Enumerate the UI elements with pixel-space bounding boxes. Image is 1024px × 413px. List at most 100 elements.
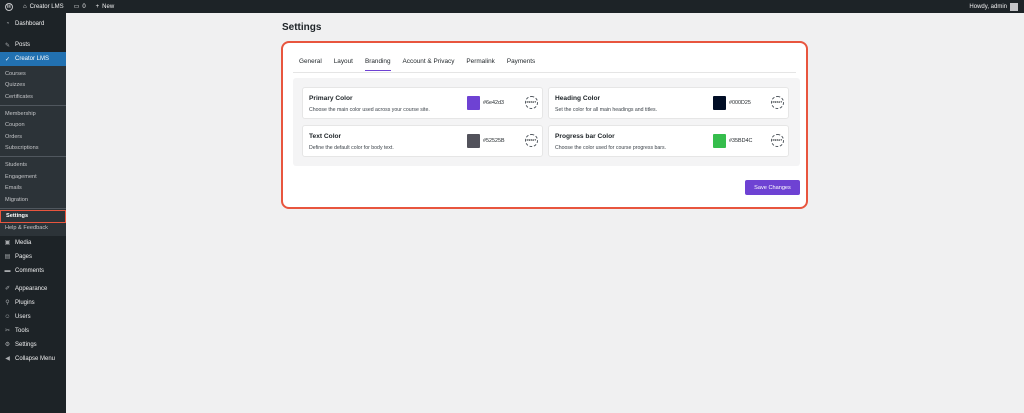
wordpress-icon: W <box>5 2 13 11</box>
plugins-icon: ⚲ <box>5 300 10 307</box>
menu-plugins[interactable]: ⚲ Plugins <box>0 296 66 310</box>
submenu-quizzes[interactable]: Quizzes <box>0 80 66 92</box>
menu-label: Plugins <box>15 299 35 306</box>
new-label: New <box>102 3 115 10</box>
media-icon: ▣ <box>4 240 11 247</box>
menu-comments[interactable]: ▬ Comments <box>0 264 66 278</box>
reset-icon[interactable]: RESET <box>771 96 784 109</box>
comments-count: 0 <box>82 3 86 10</box>
menu-settings[interactable]: ⚙ Settings <box>0 338 66 352</box>
menu-label: Dashboard <box>15 21 45 27</box>
menu-users[interactable]: ☺ Users <box>0 310 66 324</box>
menu-label: Tools <box>15 327 30 334</box>
color-hex-value[interactable]: #6e42d3 <box>483 100 504 106</box>
menu-posts[interactable]: ✎ Posts <box>0 38 66 52</box>
menu-media[interactable]: ▣ Media <box>0 236 66 250</box>
menu-label: Collapse Menu <box>15 355 56 362</box>
plus-icon: + <box>95 3 100 10</box>
settings-card: General Layout Branding Account & Privac… <box>281 41 808 209</box>
menu-appearance[interactable]: ✐ Appearance <box>0 282 66 296</box>
color-swatch[interactable] <box>713 134 726 148</box>
admin-sidebar: ◔ Dashboard ✎ Posts ✓ Creator LMS Course… <box>0 13 66 413</box>
save-changes-button[interactable]: Save Changes <box>745 180 800 195</box>
setting-title: Text Color <box>309 133 342 140</box>
tabs-divider <box>293 72 796 73</box>
menu-label: Users <box>15 313 31 320</box>
heading-color-setting: Heading Color Set the color for all main… <box>548 87 789 119</box>
comments-icon: ▬ <box>4 267 11 274</box>
color-hex-value[interactable]: #35BD4C <box>729 138 752 144</box>
submenu-divider <box>0 156 66 158</box>
submenu-courses[interactable]: Courses <box>0 68 66 80</box>
reset-icon[interactable]: RESET <box>525 96 538 109</box>
reset-icon[interactable]: RESET <box>771 134 784 147</box>
color-swatch[interactable] <box>467 134 480 148</box>
comment-bubble-icon: ▭ <box>73 4 80 10</box>
avatar <box>1010 2 1018 11</box>
color-swatch[interactable] <box>467 96 480 110</box>
reset-icon[interactable]: RESET <box>525 134 538 147</box>
appearance-icon: ✐ <box>4 286 11 293</box>
tab-permalink[interactable]: Permalink <box>466 58 494 71</box>
tools-icon: ✂ <box>4 328 11 335</box>
setting-description: Set the color for all main headings and … <box>555 107 658 113</box>
tab-branding[interactable]: Branding <box>364 58 391 71</box>
progress-bar-color-setting: Progress bar Color Choose the color used… <box>548 125 789 157</box>
tab-layout[interactable]: Layout <box>334 58 353 71</box>
tab-general[interactable]: General <box>299 58 322 71</box>
menu-label: Appearance <box>15 285 48 292</box>
color-swatch[interactable] <box>713 96 726 110</box>
account-menu[interactable]: Howdy, admin <box>969 2 1024 11</box>
setting-description: Choose the color used for course progres… <box>555 145 667 151</box>
setting-title: Primary Color <box>309 95 353 102</box>
home-icon: ⌂ <box>23 3 27 10</box>
submenu-certificates[interactable]: Certificates <box>0 91 66 103</box>
menu-collapse[interactable]: ◀ Collapse Menu <box>0 352 66 366</box>
pages-icon: ▤ <box>4 254 11 261</box>
creator-lms-submenu: Courses Quizzes Certificates Membership … <box>0 66 66 236</box>
setting-title: Heading Color <box>555 95 601 102</box>
site-name-menu[interactable]: ⌂ Creator LMS <box>18 0 69 13</box>
page-title: Settings <box>282 22 322 33</box>
tab-payments[interactable]: Payments <box>507 58 535 71</box>
menu-label: Posts <box>15 42 31 48</box>
submenu-orders[interactable]: Orders <box>0 131 66 143</box>
submenu-divider <box>0 207 66 209</box>
submenu-subscriptions[interactable]: Subscriptions <box>0 143 66 155</box>
setting-description: Choose the main color used across your c… <box>309 107 430 113</box>
howdy-text: Howdy, admin <box>969 3 1007 10</box>
color-hex-value[interactable]: #52525B <box>483 138 505 144</box>
collapse-icon: ◀ <box>5 356 10 363</box>
new-content-menu[interactable]: + New <box>91 0 120 13</box>
menu-tools[interactable]: ✂ Tools <box>0 324 66 338</box>
site-name: Creator LMS <box>29 3 64 10</box>
submenu-membership[interactable]: Membership <box>0 108 66 120</box>
setting-description: Define the default color for body text. <box>309 145 394 151</box>
submenu-divider <box>0 104 66 106</box>
admin-bar: W ⌂ Creator LMS ▭ 0 + New Howdy, admin <box>0 0 1024 13</box>
submenu-emails[interactable]: Emails <box>0 182 66 194</box>
submenu-coupon[interactable]: Coupon <box>0 119 66 131</box>
submenu-settings[interactable]: Settings <box>0 209 66 224</box>
menu-pages[interactable]: ▤ Pages <box>0 250 66 264</box>
dashboard-icon: ◔ <box>5 21 10 27</box>
creator-lms-icon: ✓ <box>4 56 11 63</box>
comments-menu[interactable]: ▭ 0 <box>69 0 91 13</box>
submenu-students[interactable]: Students <box>0 159 66 171</box>
pin-icon: ✎ <box>4 42 11 49</box>
users-icon: ☺ <box>4 313 11 320</box>
tab-account-privacy[interactable]: Account & Privacy <box>403 58 455 71</box>
submenu-migration[interactable]: Migration <box>0 194 66 206</box>
settings-icon: ⚙ <box>4 342 11 349</box>
menu-label: Comments <box>15 267 45 274</box>
settings-tabs: General Layout Branding Account & Privac… <box>299 58 547 71</box>
wp-logo-menu[interactable]: W <box>0 0 18 13</box>
menu-dashboard[interactable]: ◔ Dashboard <box>0 17 66 31</box>
submenu-engagement[interactable]: Engagement <box>0 171 66 183</box>
submenu-help-feedback[interactable]: Help & Feedback <box>0 222 66 234</box>
color-hex-value[interactable]: #000D25 <box>729 100 751 106</box>
menu-label: Settings <box>15 341 37 348</box>
menu-creator-lms[interactable]: ✓ Creator LMS <box>0 52 66 66</box>
menu-label: Media <box>15 239 32 246</box>
branding-panel: Primary Color Choose the main color used… <box>293 78 800 166</box>
